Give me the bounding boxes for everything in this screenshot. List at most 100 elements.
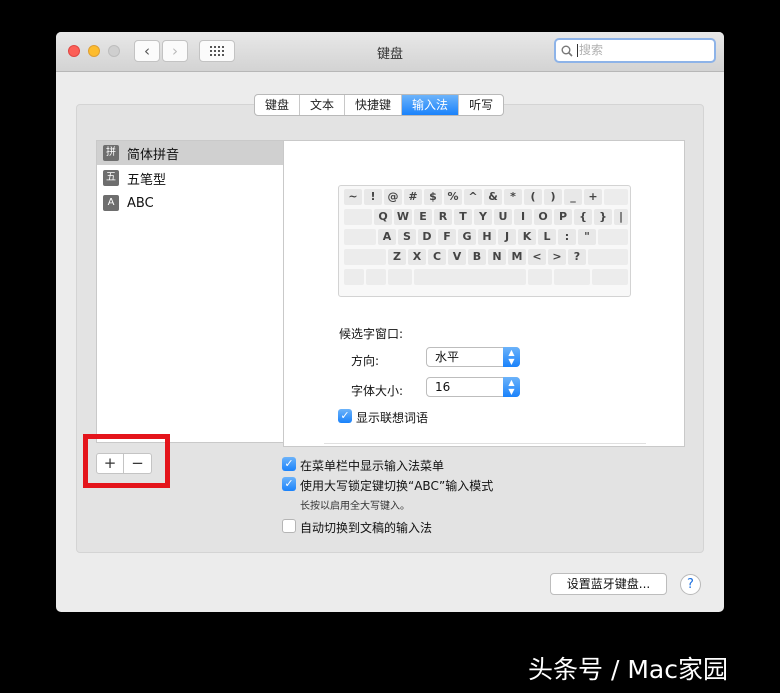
key: (: [524, 189, 542, 205]
wubi-icon: 五: [103, 170, 119, 186]
key: C: [428, 249, 446, 265]
key: R: [434, 209, 452, 225]
key: Q: [374, 209, 392, 225]
title-bar: ‹ › 键盘 搜索: [56, 32, 724, 72]
key: U: [494, 209, 512, 225]
search-icon: [561, 45, 573, 57]
show-menu-label: 在菜单栏中显示输入法菜单: [300, 459, 445, 473]
setup-bluetooth-keyboard-button[interactable]: 设置蓝牙键盘...: [550, 573, 667, 595]
caps-lock-switch-checkbox[interactable]: ✓: [282, 477, 296, 491]
direction-value: 水平: [435, 350, 460, 364]
caps-lock-switch-label: 使用大写锁定键切换“ABC”输入模式: [300, 479, 494, 493]
keyboard-row: Q W E R T Y U I O P { } |: [339, 207, 632, 227]
key: A: [378, 229, 396, 245]
key: I: [514, 209, 532, 225]
candidate-window-label: 候选字窗口:: [339, 327, 404, 341]
show-menu-checkbox[interactable]: ✓: [282, 457, 296, 471]
keyboard-row: [339, 267, 632, 287]
key: $: [424, 189, 442, 205]
checkmark-icon: ✓: [284, 477, 294, 490]
caps-lock-hint: 长按以启用全大写键入。: [300, 501, 410, 512]
key: D: [418, 229, 436, 245]
key: &: [484, 189, 502, 205]
key: H: [478, 229, 496, 245]
key: [554, 269, 590, 285]
key: !: [364, 189, 382, 205]
divider: [324, 443, 646, 444]
pinyin-icon: 拼: [103, 145, 119, 161]
tab-shortcuts[interactable]: 快捷键: [345, 95, 403, 115]
key: O: [534, 209, 552, 225]
key: S: [398, 229, 416, 245]
input-source-detail: ~ ! @ # $ % ^ & * ( ) _ + Q W E R T Y U …: [283, 140, 685, 447]
key: +: [584, 189, 602, 205]
updown-chevron-icon: ▲ ▼: [503, 377, 520, 397]
checkmark-icon: ✓: [340, 409, 350, 422]
key: ": [578, 229, 596, 245]
key: _: [564, 189, 582, 205]
auto-switch-label: 自动切换到文稿的输入法: [300, 521, 433, 535]
keyboard-preferences-window: ‹ › 键盘 搜索 键盘 文本 快捷键 输入法 听写 拼 简体拼音 五 五笔型 …: [56, 32, 724, 612]
input-source-list: 拼 简体拼音 五 五笔型 A ABC: [96, 140, 284, 443]
show-associated-checkbox[interactable]: ✓: [338, 409, 352, 423]
list-item-pinyin[interactable]: 拼 简体拼音: [97, 141, 283, 165]
key: W: [394, 209, 412, 225]
key: Y: [474, 209, 492, 225]
help-button[interactable]: ?: [680, 574, 701, 595]
auto-switch-checkbox[interactable]: [282, 519, 296, 533]
key: P: [554, 209, 572, 225]
show-associated-label: 显示联想词语: [356, 411, 429, 425]
keyboard-row: Z X C V B N M < > ?: [339, 247, 632, 267]
key: J: [498, 229, 516, 245]
key: ?: [568, 249, 586, 265]
list-item-label: 简体拼音: [127, 147, 180, 163]
key: L: [538, 229, 556, 245]
key: ^: [464, 189, 482, 205]
key: V: [448, 249, 466, 265]
list-item-label: 五笔型: [127, 172, 167, 188]
key: T: [454, 209, 472, 225]
tab-text[interactable]: 文本: [300, 95, 346, 115]
key: F: [438, 229, 456, 245]
key: <: [528, 249, 546, 265]
direction-label: 方向:: [351, 354, 380, 368]
tab-bar: 键盘 文本 快捷键 输入法 听写: [254, 94, 505, 116]
key: %: [444, 189, 462, 205]
tab-dictation[interactable]: 听写: [459, 95, 503, 115]
font-size-value: 16: [435, 380, 451, 394]
abc-icon: A: [103, 195, 119, 211]
key: K: [518, 229, 536, 245]
font-size-popup[interactable]: 16 ▲ ▼: [426, 377, 520, 397]
search-field[interactable]: 搜索: [554, 38, 716, 63]
key: G: [458, 229, 476, 245]
list-item-wubi[interactable]: 五 五笔型: [97, 166, 283, 190]
key: #: [404, 189, 422, 205]
space-key: [414, 269, 526, 285]
key: [604, 189, 628, 205]
key: ~: [344, 189, 362, 205]
key: }: [594, 209, 612, 225]
watermark-text: 头条号 / Mac家园: [528, 655, 728, 684]
key: [344, 209, 372, 225]
key: [344, 269, 364, 285]
key: [598, 229, 628, 245]
key: N: [488, 249, 506, 265]
key: :: [558, 229, 576, 245]
key: X: [408, 249, 426, 265]
key: {: [574, 209, 592, 225]
list-item-label: ABC: [127, 195, 154, 211]
tab-keyboard[interactable]: 键盘: [255, 95, 301, 115]
key: *: [504, 189, 522, 205]
tab-input-sources[interactable]: 输入法: [402, 95, 460, 115]
key: @: [384, 189, 402, 205]
key: [528, 269, 552, 285]
list-item-abc[interactable]: A ABC: [97, 191, 283, 215]
key: B: [468, 249, 486, 265]
key: ): [544, 189, 562, 205]
search-placeholder: 搜索: [577, 43, 604, 57]
direction-popup[interactable]: 水平 ▲ ▼: [426, 347, 520, 367]
key: >: [548, 249, 566, 265]
key: [344, 249, 386, 265]
key: [588, 249, 628, 265]
key: [366, 269, 386, 285]
